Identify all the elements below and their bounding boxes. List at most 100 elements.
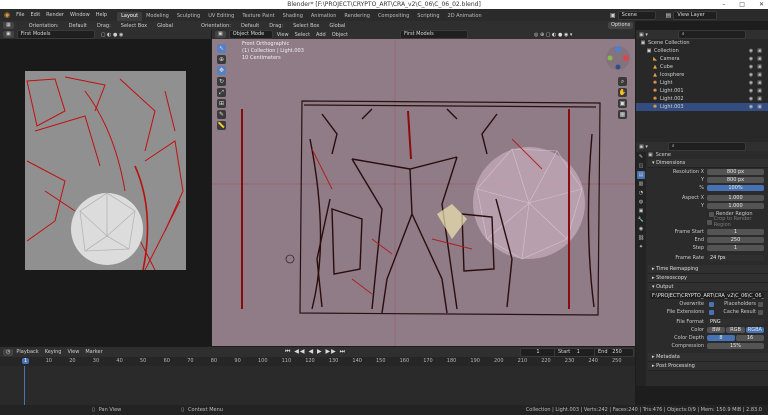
menu-file[interactable]: File [16, 12, 24, 18]
render-visibility-icon[interactable]: ▣ [757, 79, 762, 87]
visibility-eye-icon[interactable]: ◉ [749, 71, 753, 79]
view-layer-tab-icon[interactable]: ▥ [637, 180, 645, 188]
crop-checkbox[interactable] [706, 219, 712, 225]
file-extensions-checkbox[interactable] [709, 309, 714, 315]
resolution-x-field[interactable]: 800 px [707, 169, 764, 175]
cache-result-checkbox[interactable] [758, 309, 763, 315]
tab-animation[interactable]: Animation [307, 12, 341, 21]
move-tool-icon[interactable]: ✥ [217, 66, 226, 75]
object-tab-icon[interactable]: ▣ [637, 207, 645, 215]
properties-editor-icon[interactable]: ▣ ▾ [639, 144, 648, 150]
select-tool-icon[interactable]: ↖ [217, 44, 226, 53]
frame-start-field[interactable]: 1 [707, 229, 764, 235]
compression-slider[interactable]: 15% [707, 343, 764, 349]
output-tab-icon[interactable]: ▤ [637, 171, 645, 179]
start-frame-field[interactable]: Start 1 [554, 347, 596, 357]
aspect-y-field[interactable]: 1.000 [707, 203, 764, 209]
render-tab-icon[interactable]: ◫ [637, 162, 645, 170]
blender-logo-icon[interactable]: ◉ [4, 11, 10, 19]
color-rgba-button[interactable]: RGBA [745, 327, 764, 333]
tab-shading[interactable]: Shading [279, 12, 307, 21]
visibility-eye-icon[interactable]: ◉ [749, 79, 753, 87]
menu-keying[interactable]: Keying [45, 349, 62, 355]
outliner-row[interactable]: ✺ Light.001 ◉ ▣ [636, 87, 768, 95]
menu-object[interactable]: Object [332, 32, 348, 38]
image-editor[interactable] [0, 39, 211, 346]
orientation-dropdown[interactable]: Default [69, 23, 87, 29]
outliner-row[interactable]: ◣ Camera ◉ ▣ [636, 55, 768, 63]
menu-help[interactable]: Help [96, 12, 107, 18]
outliner-row[interactable]: ▲ Icosphere ◉ ▣ [636, 71, 768, 79]
modifier-tab-icon[interactable]: 🔧 [637, 216, 645, 224]
annotate-tool-icon[interactable]: ✎ [217, 110, 226, 119]
camera-view-icon[interactable]: ▣ [618, 99, 627, 108]
post-processing-panel-header[interactable]: ▸ Post Processing [648, 362, 768, 371]
menu-add[interactable]: Add [316, 32, 326, 38]
visibility-eye-icon[interactable]: ◉ [749, 103, 753, 111]
pan-icon[interactable]: ✋ [618, 88, 627, 97]
tab-texture-paint[interactable]: Texture Paint [238, 12, 278, 21]
render-visibility-icon[interactable]: ▣ [757, 95, 762, 103]
cursor-tool-icon[interactable]: ⊕ [217, 55, 226, 64]
render-visibility-icon[interactable]: ▣ [757, 63, 762, 71]
transform-tool-icon[interactable]: ⊞ [217, 99, 226, 108]
dimensions-panel-header[interactable]: ▾ Dimensions [648, 159, 768, 168]
menu-window[interactable]: Window [70, 12, 90, 18]
frame-step-field[interactable]: 1 [707, 245, 764, 251]
ortho-toggle-icon[interactable]: ▦ [618, 110, 627, 119]
menu-render[interactable]: Render [46, 12, 64, 18]
outliner-row[interactable]: ✺ Light.002 ◉ ▣ [636, 95, 768, 103]
zoom-icon[interactable]: ⌕ [618, 77, 627, 86]
render-visibility-icon[interactable]: ▣ [757, 87, 762, 95]
menu-edit[interactable]: Edit [30, 12, 40, 18]
navigation-gizmo[interactable] [605, 45, 631, 73]
timeline-ruler[interactable]: 1 10 20 30 40 50 60 70 80 90 100 110 120 130 140 150 160… [0, 357, 635, 366]
physics-tab-icon[interactable]: ◉ [637, 225, 645, 233]
rotate-tool-icon[interactable]: ↻ [217, 77, 226, 86]
outliner-search[interactable]: ⌕ [677, 30, 746, 39]
color-rgb-button[interactable]: RGB [726, 327, 745, 333]
outliner-row[interactable]: ✺ Light.003 ◉ ▣ [636, 103, 768, 111]
playhead[interactable] [24, 366, 25, 405]
visibility-eye-icon[interactable]: ◉ [749, 95, 753, 103]
outliner-scene-collection[interactable]: ▣ Scene Collection [636, 39, 768, 47]
visibility-eye-icon[interactable]: ◉ [749, 55, 753, 63]
end-frame-field[interactable]: End 250 [594, 347, 634, 357]
object-mode-dropdown[interactable]: Object Mode [228, 30, 273, 39]
data-tab-icon[interactable]: ✦ [637, 243, 645, 251]
global-dropdown-2[interactable]: Global [329, 23, 345, 29]
metadata-panel-header[interactable]: ▸ Metadata [648, 353, 768, 362]
tab-compositing[interactable]: Compositing [374, 12, 413, 21]
tab-rendering[interactable]: Rendering [340, 12, 374, 21]
viewport-layer-dropdown[interactable]: First Models [400, 30, 469, 39]
output-panel-header[interactable]: ▾ Output [648, 283, 768, 292]
maximize-icon[interactable]: □ [739, 1, 745, 8]
visibility-eye-icon[interactable]: ◉ [749, 87, 753, 95]
tab-2d-animation[interactable]: 2D Animation [444, 12, 486, 21]
orientation-dropdown-2[interactable]: Default [241, 23, 259, 29]
time-remapping-panel-header[interactable]: ▸ Time Remapping [648, 265, 768, 274]
menu-select[interactable]: Select [295, 32, 310, 38]
stereoscopy-panel-header[interactable]: ▸ Stereoscopy [648, 274, 768, 283]
file-format-dropdown[interactable]: PNG [707, 319, 764, 325]
menu-view[interactable]: View [277, 32, 289, 38]
viewport-shading-icons[interactable]: ◎ ⊕ ▢ ◐ ● ◉ ▾ [534, 32, 572, 38]
global-dropdown[interactable]: Global [157, 23, 173, 29]
outliner-row[interactable]: ▲ Cube ◉ ▣ [636, 63, 768, 71]
aspect-x-field[interactable]: 1.000 [707, 195, 764, 201]
tab-uv-editing[interactable]: UV Editing [204, 12, 238, 21]
3d-viewport[interactable]: Front Orthographic (1) Collection | Ligh… [212, 39, 635, 346]
world-tab-icon[interactable]: ◍ [637, 198, 645, 206]
tab-sculpting[interactable]: Sculpting [173, 12, 204, 21]
properties-search[interactable]: ⌕ [667, 142, 746, 151]
tool-tab-icon[interactable]: ✎ [637, 153, 645, 161]
tab-scripting[interactable]: Scripting [413, 12, 443, 21]
frame-rate-dropdown[interactable]: 24 fps [707, 255, 764, 261]
menu-timeline-view[interactable]: View [67, 349, 79, 355]
outliner-row[interactable]: ▣ Collection ◉ ▣ [636, 47, 768, 55]
measure-tool-icon[interactable]: 📏 [217, 121, 226, 130]
resolution-y-field[interactable]: 800 px [707, 177, 764, 183]
tab-modeling[interactable]: Modeling [142, 12, 173, 21]
options-button[interactable]: Options [608, 22, 634, 29]
view-layer-selector[interactable]: View Layer [673, 11, 718, 20]
